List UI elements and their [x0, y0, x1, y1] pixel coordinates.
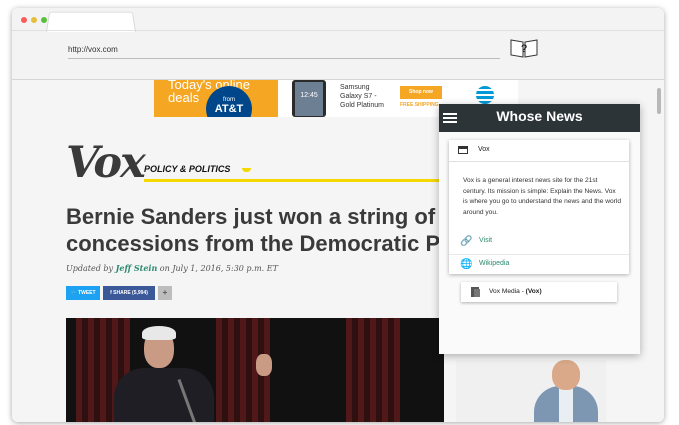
owner-name: Vox Media -	[489, 288, 526, 295]
popup-header: Whose News	[439, 104, 640, 132]
article-photo[interactable]	[66, 318, 444, 422]
phone-time: 12:45	[295, 82, 323, 116]
facebook-share-button[interactable]: f SHARE (5,994)	[103, 286, 155, 300]
wikipedia-link-label: Wikipedia	[479, 260, 510, 267]
globe-icon: 🌐	[460, 259, 473, 270]
visit-link-label: Visit	[479, 237, 493, 244]
section-underline	[144, 179, 442, 182]
site-logo[interactable]: Vox	[66, 138, 146, 188]
article-headline: Bernie Sanders just won a string of conc…	[66, 203, 466, 257]
shop-now-button[interactable]: Shop now	[400, 86, 442, 99]
source-card-header: Vox	[449, 140, 629, 162]
byline-date: on July 1, 2016, 5:30 p.m. ET	[157, 264, 278, 273]
whose-news-popup: Whose News Vox Vox is a general interest…	[439, 104, 640, 354]
speaker-hand	[256, 354, 272, 376]
speaker-hair	[142, 326, 176, 340]
browser-window-icon	[458, 146, 468, 154]
att-globe-icon	[476, 86, 494, 104]
page-scrollbar[interactable]	[657, 88, 661, 114]
owner-card[interactable]: Vox Media - (Vox)	[461, 282, 617, 302]
ad-product-line: Gold Platinum	[340, 102, 384, 109]
source-description: Vox is a general interest news site for …	[463, 177, 621, 216]
minimize-window-button[interactable]	[31, 17, 37, 23]
maximize-window-button[interactable]	[41, 17, 47, 23]
section-label[interactable]: POLICY & POLITICS	[144, 164, 230, 174]
phone-image: 12:45	[292, 80, 326, 117]
headline-line: Bernie Sanders just won a string of	[66, 204, 436, 229]
ad-product-line: Galaxy S7 -	[340, 93, 377, 100]
ad-product-name: Samsung Galaxy S7 - Gold Platinum	[340, 83, 384, 110]
flag-backdrop	[346, 318, 400, 422]
link-icon: 🔗	[460, 236, 473, 247]
speaker-body	[114, 368, 214, 422]
building-icon	[471, 287, 480, 297]
person-shirt	[559, 386, 573, 422]
tweet-button[interactable]: 🐦 TWEET	[66, 286, 100, 300]
browser-toolbar: http://vox.com ?	[12, 8, 664, 80]
free-shipping-label: FREE SHIPPING	[400, 102, 439, 108]
more-share-button[interactable]: +	[158, 286, 172, 300]
owner-short: (Vox)	[525, 288, 542, 295]
twitter-icon: 🐦	[70, 290, 77, 296]
close-window-button[interactable]	[21, 17, 27, 23]
section-mark-icon	[242, 168, 251, 172]
wikipedia-link[interactable]: 🌐 Wikipedia	[449, 254, 629, 274]
facebook-icon: f	[110, 290, 112, 296]
owner-label: Vox Media - (Vox)	[489, 288, 542, 295]
headline-line: concessions from the Democratic Pa	[66, 231, 453, 256]
ad-product-line: Samsung	[340, 84, 370, 91]
browser-window: http://vox.com ? Today's online deals fr…	[12, 8, 664, 422]
author-link[interactable]: Jeff Stein	[116, 263, 158, 273]
browser-tab[interactable]	[46, 11, 136, 32]
sidebar-photo[interactable]	[456, 360, 606, 422]
ad-brand: AT&T	[214, 103, 244, 115]
svg-text:?: ?	[521, 43, 527, 55]
visit-link[interactable]: 🔗 Visit	[449, 232, 629, 252]
popup-title: Whose News	[496, 108, 583, 124]
question-book-icon[interactable]: ?	[509, 37, 539, 59]
ad-deals-panel[interactable]: Today's online deals from AT&T	[154, 80, 278, 117]
byline-prefix: Updated by	[66, 264, 116, 273]
tab-divider	[12, 30, 664, 31]
source-name: Vox	[478, 146, 490, 153]
person-head	[552, 360, 580, 390]
share-label: SHARE (5,994)	[113, 290, 148, 296]
address-bar[interactable]: http://vox.com	[68, 45, 118, 54]
tweet-label: TWEET	[78, 290, 96, 296]
article-byline: Updated by Jeff Stein on July 1, 2016, 5…	[66, 263, 278, 273]
address-bar-underline	[68, 58, 500, 59]
source-card: Vox Vox is a general interest news site …	[449, 140, 629, 274]
